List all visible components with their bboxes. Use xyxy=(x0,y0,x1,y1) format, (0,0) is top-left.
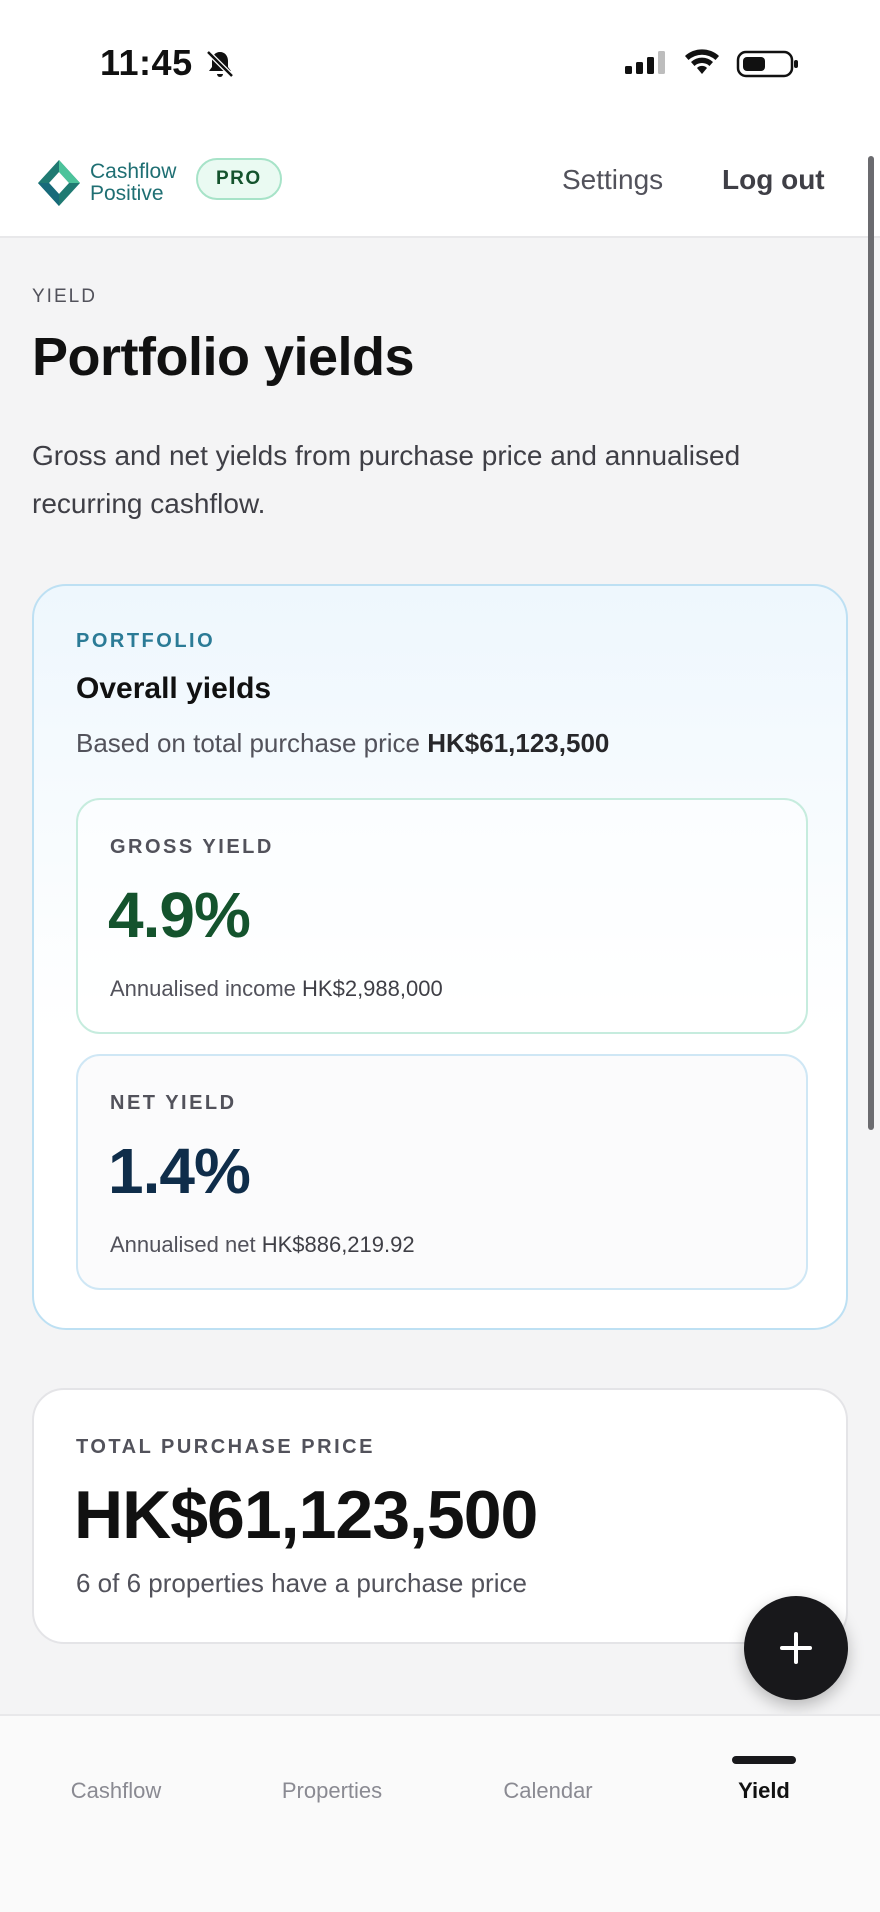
wifi-icon xyxy=(685,49,719,74)
logout-link[interactable]: Log out xyxy=(722,164,825,196)
net-yield-value: 1.4% xyxy=(108,1135,251,1207)
app-header: Cashflow Positive PRO Settings Log out xyxy=(0,128,880,238)
plus-icon xyxy=(780,1632,812,1664)
brand-logo[interactable]: Cashflow Positive xyxy=(36,158,176,208)
net-yield-label: NET YIELD xyxy=(110,1092,237,1114)
status-time: 11:45 xyxy=(100,42,193,83)
page-eyebrow: YIELD xyxy=(32,286,97,307)
cellular-signal-icon xyxy=(625,51,665,74)
portfolio-yields-card: PORTFOLIO Overall yields Based on total … xyxy=(32,584,848,1330)
tab-properties[interactable]: Properties xyxy=(222,1778,442,1804)
brand-line-2: Positive xyxy=(90,182,164,205)
annualised-income-value: HK$2,988,000 xyxy=(302,976,443,1001)
brand-line-1: Cashflow xyxy=(90,160,177,183)
net-yield-box: NET YIELD 1.4% Annualised net HK$886,219… xyxy=(76,1054,808,1290)
tab-calendar[interactable]: Calendar xyxy=(438,1778,658,1804)
portfolio-subtitle: Based on total purchase price HK$61,123,… xyxy=(76,728,609,759)
tab-yield[interactable]: Yield xyxy=(654,1778,874,1804)
gross-note-prefix: Annualised income xyxy=(110,976,296,1001)
annualised-net-value: HK$886,219.92 xyxy=(261,1232,415,1257)
gross-yield-label: GROSS YIELD xyxy=(110,836,274,858)
gross-yield-note: Annualised income HK$2,988,000 xyxy=(110,976,443,1002)
gross-yield-box: GROSS YIELD 4.9% Annualised income HK$2,… xyxy=(76,798,808,1034)
net-yield-note: Annualised net HK$886,219.92 xyxy=(110,1232,415,1258)
total-purchase-note: 6 of 6 properties have a purchase price xyxy=(76,1568,527,1598)
tab-cashflow[interactable]: Cashflow xyxy=(6,1778,226,1804)
gross-yield-value: 4.9% xyxy=(108,879,251,951)
scrollbar[interactable] xyxy=(868,156,874,1130)
add-button[interactable] xyxy=(744,1596,848,1700)
battery-icon xyxy=(736,50,798,78)
portfolio-title: Overall yields xyxy=(76,672,272,705)
settings-link[interactable]: Settings xyxy=(562,164,663,196)
logo-mark-icon xyxy=(38,160,80,206)
total-purchase-value: HK$61,123,500 xyxy=(74,1477,538,1553)
page-title: Portfolio yields xyxy=(32,327,415,387)
pro-badge: PRO xyxy=(196,158,282,200)
portfolio-eyebrow: PORTFOLIO xyxy=(76,630,216,652)
bell-slash-icon xyxy=(206,50,234,78)
bottom-navigation: Cashflow Properties Calendar Yield xyxy=(0,1714,880,1912)
page-description: Gross and net yields from purchase price… xyxy=(32,440,741,519)
total-purchase-label: TOTAL PURCHASE PRICE xyxy=(76,1436,375,1458)
portfolio-purchase-price: HK$61,123,500 xyxy=(427,728,610,758)
net-note-prefix: Annualised net xyxy=(110,1232,256,1257)
portfolio-subtitle-prefix: Based on total purchase price xyxy=(76,728,420,758)
status-bar: 11:45 xyxy=(0,0,880,128)
brand-name: Cashflow Positive xyxy=(90,161,176,205)
total-purchase-price-card: TOTAL PURCHASE PRICE HK$61,123,500 6 of … xyxy=(32,1388,848,1644)
active-tab-indicator xyxy=(732,1756,796,1764)
